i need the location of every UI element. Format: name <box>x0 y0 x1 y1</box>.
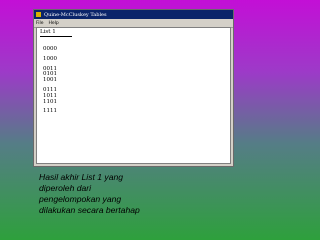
group-0: 0000 <box>43 46 57 53</box>
term: 1000 <box>43 55 57 62</box>
menu-help[interactable]: Help <box>49 21 59 26</box>
term: 1101 <box>43 98 57 105</box>
term-groups: 0000 1000 0011 0101 1001 0111 1011 1101 … <box>43 46 57 119</box>
caption-line: diperoleh dari <box>39 183 92 193</box>
term: 1001 <box>43 77 57 84</box>
caption-line: Hasil akhir List 1 yang <box>39 172 124 182</box>
list-panel: List 1 0000 1000 0011 0101 1001 0111 101… <box>36 27 231 164</box>
term: 0000 <box>43 46 57 52</box>
caption-line: pengelompokan yang <box>39 194 122 204</box>
slide-caption: Hasil akhir List 1 yang diperoleh dari p… <box>39 172 239 216</box>
window-title: Quine-McCluskey Tables <box>44 11 107 18</box>
app-window: Quine-McCluskey Tables File Help List 1 … <box>33 9 234 167</box>
caption-line: dilakukan secara bertahap <box>39 205 140 215</box>
group-1: 1000 <box>43 55 57 63</box>
menu-file[interactable]: File <box>36 21 44 26</box>
group-4: 1111 <box>43 109 57 115</box>
term: 1111 <box>43 108 57 115</box>
group-2: 0011 0101 1001 <box>43 66 57 84</box>
list-title: List 1 <box>40 29 72 37</box>
app-icon <box>36 12 41 17</box>
group-3: 0111 1011 1101 <box>43 87 57 105</box>
title-bar: Quine-McCluskey Tables <box>34 10 233 19</box>
